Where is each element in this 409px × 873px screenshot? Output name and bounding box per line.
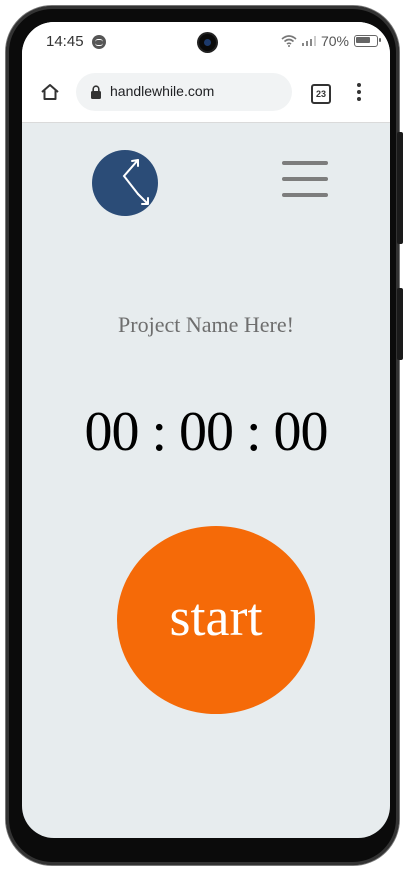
project-name[interactable]: Project Name Here! [22, 312, 390, 338]
signal-icon [301, 36, 316, 46]
timer-display: 00 : 00 : 00 [84, 401, 328, 463]
front-camera [199, 34, 216, 51]
lock-icon [91, 85, 101, 99]
spotify-icon [92, 35, 106, 49]
volume-button [397, 132, 403, 244]
browser-toolbar: handlewhile.com 23 [22, 62, 390, 123]
power-button [397, 288, 403, 360]
status-bar: 14:45 70% [22, 22, 390, 62]
logo-arrow-icon [122, 159, 149, 205]
start-button[interactable]: start [117, 526, 315, 714]
address-bar[interactable]: handlewhile.com [76, 73, 292, 111]
more-options-icon[interactable] [354, 82, 364, 102]
status-indicators: 70% [281, 33, 381, 49]
wifi-icon [281, 35, 297, 47]
tab-switcher-button[interactable]: 23 [311, 84, 331, 104]
logo[interactable] [92, 150, 158, 216]
battery-icon [354, 35, 381, 47]
status-time: 14:45 [46, 33, 84, 50]
home-icon[interactable] [40, 82, 60, 102]
screen: 14:45 70% handlewhile.com 23 Project Nam… [22, 22, 390, 838]
url-text: handlewhile.com [110, 83, 215, 99]
battery-percent: 70% [320, 33, 349, 49]
hamburger-menu-icon[interactable] [282, 159, 328, 199]
start-label: start [169, 587, 263, 647]
phone-frame: 14:45 70% handlewhile.com 23 Project Nam… [6, 6, 403, 865]
